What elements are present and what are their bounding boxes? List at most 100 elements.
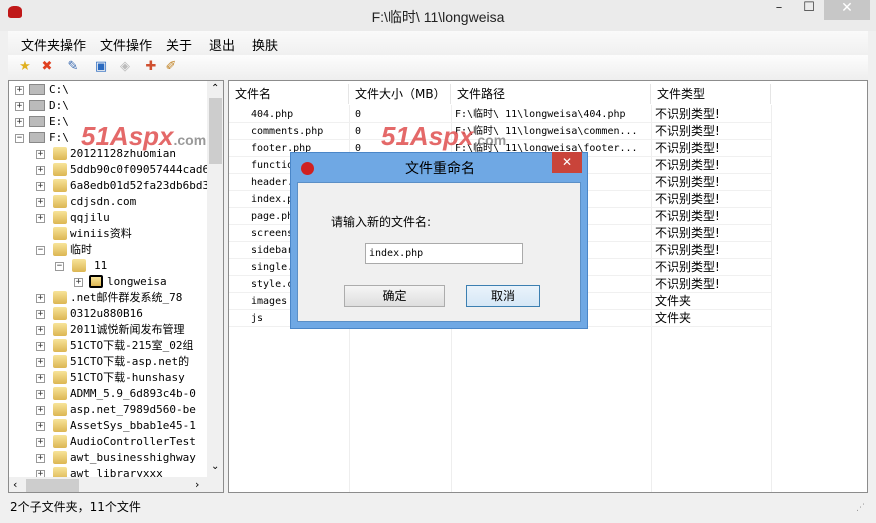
tree-node-folder[interactable]: winiis资料 <box>9 226 207 242</box>
tree-horizontal-scrollbar[interactable]: ‹ › <box>9 477 223 492</box>
dialog-close-button[interactable]: ✕ <box>552 152 582 173</box>
tree-node-label: winiis资料 <box>70 227 132 240</box>
tree-node-folder[interactable]: + awt_businesshighway <box>9 450 207 466</box>
disabled-icon[interactable]: ◈ <box>116 58 134 76</box>
scroll-up-icon[interactable]: ⌃ <box>211 83 219 94</box>
tree-node-folder[interactable]: + AssetSys_bbab1e45-1 <box>9 418 207 434</box>
cell-type: 不识别类型! <box>655 192 720 206</box>
folder-icon <box>72 259 86 272</box>
menu-about[interactable]: 关于 <box>166 35 192 54</box>
watermark-logo: 51Aspx.com <box>381 121 507 151</box>
window-title: F:\临时\ 11\longweisa <box>371 9 505 25</box>
tree-node-drive[interactable]: + C:\ <box>9 82 207 98</box>
menu-file-ops[interactable]: 文件操作 <box>100 35 152 54</box>
column-header-type[interactable]: 文件类型 <box>651 84 771 104</box>
collapse-icon[interactable]: − <box>36 246 45 255</box>
expand-icon[interactable]: + <box>36 390 45 399</box>
tree-node-label: 6a8edb01d52fa23db6bd35 <box>70 179 216 192</box>
expand-icon[interactable]: + <box>36 406 45 415</box>
tree-node-drive[interactable]: + D:\ <box>9 98 207 114</box>
collapse-icon[interactable]: − <box>55 262 64 271</box>
menu-folder-ops[interactable]: 文件夹操作 <box>21 35 86 54</box>
folder-icon <box>53 307 67 320</box>
expand-icon[interactable]: + <box>15 86 24 95</box>
cancel-button[interactable]: 取消 <box>466 285 540 307</box>
edit-icon[interactable]: ✐ <box>162 58 180 76</box>
tree-node-folder[interactable]: +51CTO下载-asp.net的 <box>9 354 207 370</box>
folder-icon <box>53 227 67 240</box>
tree-node-folder[interactable]: + ADMM_5.9_6d893c4b-0 <box>9 386 207 402</box>
expand-icon[interactable]: + <box>36 182 45 191</box>
minimize-button[interactable]: – <box>764 0 794 20</box>
status-bar: 2个子文件夹，11个文件 <box>10 500 141 514</box>
expand-icon[interactable]: + <box>36 294 45 303</box>
tree-node-folder[interactable]: +0312u880B16 <box>9 306 207 322</box>
new-filename-input[interactable] <box>365 243 523 264</box>
new-folder-icon[interactable]: ★ <box>16 58 34 76</box>
open-folder-icon[interactable]: ▣ <box>92 58 110 76</box>
expand-icon[interactable]: + <box>36 342 45 351</box>
tree-node-folder[interactable]: + .net邮件群发系统_78 <box>9 290 207 306</box>
cell-type: 不识别类型! <box>655 141 720 155</box>
tree-node-folder[interactable]: + cdjsdn.com <box>9 194 207 210</box>
menu-exit[interactable]: 退出 <box>209 35 235 54</box>
expand-icon[interactable]: + <box>36 358 45 367</box>
tree-vertical-scrollbar[interactable]: ⌃ ⌄ <box>207 81 223 477</box>
cell-type: 不识别类型! <box>655 175 720 189</box>
column-header-path[interactable]: 文件路径 <box>451 84 651 104</box>
tree-node-label: 51CTO下载-215室_02组 <box>70 339 194 352</box>
column-header-name[interactable]: 文件名 <box>229 84 349 104</box>
cell-type: 不识别类型! <box>655 260 720 274</box>
cell-type: 不识别类型! <box>655 277 720 291</box>
expand-icon[interactable]: + <box>15 118 24 127</box>
tree-node-folder[interactable]: + AudioControllerTest <box>9 434 207 450</box>
delete-icon[interactable]: ✖ <box>38 58 56 76</box>
expand-icon[interactable]: + <box>36 326 45 335</box>
expand-icon[interactable]: + <box>36 214 45 223</box>
folder-icon <box>53 291 67 304</box>
tree-node-folder[interactable]: +5ddb90c0f09057444cad6f <box>9 162 216 178</box>
expand-icon[interactable]: + <box>36 166 45 175</box>
collapse-icon[interactable]: − <box>15 134 24 143</box>
menu-skin[interactable]: 换肤 <box>252 35 278 54</box>
expand-icon[interactable]: + <box>36 422 45 431</box>
expand-icon[interactable]: + <box>36 374 45 383</box>
tree-node-folder[interactable]: + asp.net_7989d560-be <box>9 402 207 418</box>
drive-icon <box>29 132 45 143</box>
expand-icon[interactable]: + <box>36 454 45 463</box>
folder-icon <box>53 211 67 224</box>
tree-node-longweisa[interactable]: + longweisa <box>9 274 207 290</box>
scroll-right-icon[interactable]: › <box>195 478 199 491</box>
resize-grip-icon[interactable]: ⋰ <box>856 503 865 513</box>
hscroll-thumb[interactable] <box>26 479 79 492</box>
column-header-size[interactable]: 文件大小（MB） <box>349 84 451 104</box>
cell-name: 404.php <box>251 109 294 120</box>
maximize-button[interactable]: ☐ <box>794 0 824 20</box>
tree-node-folder[interactable]: +51CTO下载-215室_02组 <box>9 338 207 354</box>
folder-icon <box>53 195 67 208</box>
expand-icon[interactable]: + <box>36 198 45 207</box>
tree-node-folder[interactable]: +6a8edb01d52fa23db6bd35 <box>9 178 216 194</box>
expand-icon[interactable]: + <box>74 278 83 287</box>
close-button[interactable]: ✕ <box>824 0 870 20</box>
tree-node-label: F:\ <box>49 131 69 144</box>
tree-node-folder[interactable]: +51CTO下载-hunshasy <box>9 370 207 386</box>
folder-tree[interactable]: + C:\ + D:\ + E:\ − F:\ +20121128zhuomian +5ddb90… <box>8 80 224 493</box>
tree-node-linshi[interactable]: − 临时 <box>9 242 207 258</box>
tree-node-11[interactable]: − 11 <box>9 258 207 274</box>
tree-node-label: 5ddb90c0f09057444cad6f <box>70 163 216 176</box>
folder-icon <box>53 403 67 416</box>
expand-icon[interactable]: + <box>36 438 45 447</box>
scroll-left-icon[interactable]: ‹ <box>13 478 17 491</box>
tree-node-folder[interactable]: + qqjilu <box>9 210 207 226</box>
scroll-thumb[interactable] <box>209 98 222 164</box>
rename-icon[interactable]: ✎ <box>64 58 82 76</box>
scroll-down-icon[interactable]: ⌄ <box>211 461 219 472</box>
tree-node-label: 11 <box>94 259 108 272</box>
paste-icon[interactable]: ✚ <box>142 58 160 76</box>
expand-icon[interactable]: + <box>36 150 45 159</box>
expand-icon[interactable]: + <box>36 310 45 319</box>
tree-node-folder[interactable]: +2011诚悦新闻发布管理 <box>9 322 207 338</box>
ok-button[interactable]: 确定 <box>344 285 445 307</box>
expand-icon[interactable]: + <box>15 102 24 111</box>
